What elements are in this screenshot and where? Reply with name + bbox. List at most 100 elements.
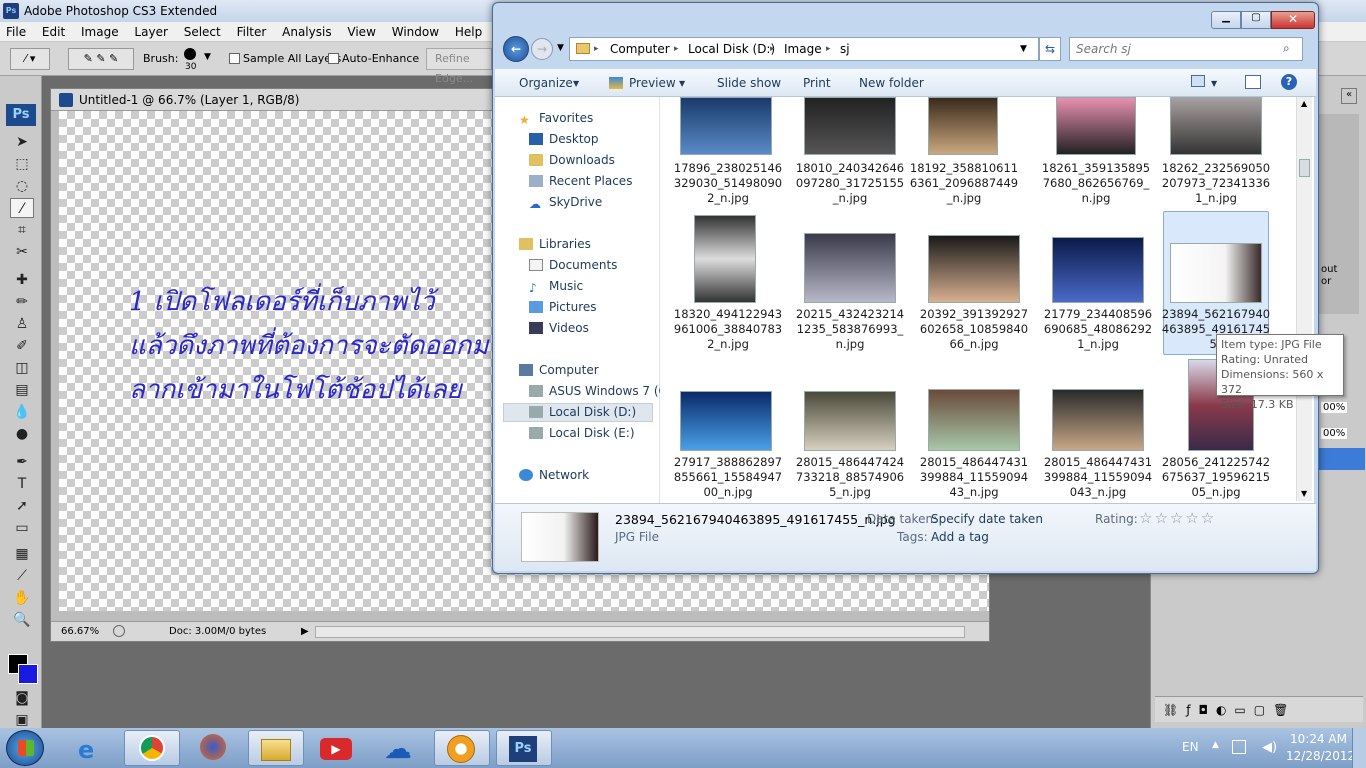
- menu-edit[interactable]: Edit: [36, 22, 71, 42]
- nav-skydrive[interactable]: ☁ SkyDrive: [529, 195, 602, 211]
- menu-window[interactable]: Window: [386, 22, 445, 42]
- file-name[interactable]: 21779_234408596 690685_48086292 1_n.jpg: [1038, 307, 1158, 352]
- dodge-tool-icon[interactable]: ●: [10, 424, 34, 444]
- file-name[interactable]: 20215_432423214 1235_583876993_ n.jpg: [790, 307, 910, 352]
- menu-help[interactable]: Help: [449, 22, 488, 42]
- scroll-up-icon[interactable]: ▲: [1301, 99, 1307, 108]
- new-folder-button[interactable]: New folder: [859, 76, 924, 90]
- file-name[interactable]: 17896_238025146 329030_51498090 2_n.jpg: [668, 161, 788, 206]
- file-name[interactable]: 18261_359135895 7680_862656769_ n.jpg: [1036, 161, 1156, 206]
- lasso-tool-icon[interactable]: ◌: [10, 176, 34, 196]
- status-info-icon[interactable]: [113, 625, 125, 637]
- taskbar-internet-explorer[interactable]: e: [62, 730, 118, 766]
- forward-button[interactable]: →: [531, 38, 553, 60]
- breadcrumb-arrow-icon[interactable]: ▸: [674, 38, 679, 60]
- file-name[interactable]: 27917_388862897 855661_15584947 00_n.jpg: [668, 455, 788, 500]
- zoom-tool-icon[interactable]: 🔍: [10, 610, 34, 630]
- language-indicator[interactable]: EN: [1182, 740, 1199, 754]
- fill-field[interactable]: 00%: [1321, 428, 1348, 439]
- type-tool-icon[interactable]: T: [10, 474, 34, 494]
- file-name[interactable]: 28056_241225742 675637_19596215 05_n.jpg: [1156, 455, 1276, 500]
- sample-all-layers-checkbox[interactable]: [229, 53, 240, 64]
- selection-mode-buttons[interactable]: ✎ ✎ ✎: [68, 48, 134, 70]
- auto-enhance-checkbox[interactable]: [328, 53, 339, 64]
- nav-pictures[interactable]: Pictures: [529, 300, 597, 314]
- breadcrumb-sj[interactable]: sj: [840, 38, 850, 60]
- menu-analysis[interactable]: Analysis: [276, 22, 337, 42]
- taskbar-gom-player[interactable]: [434, 730, 490, 766]
- nav-drive-c[interactable]: ASUS Windows 7 (C:: [529, 384, 671, 398]
- menu-filter[interactable]: Filter: [231, 22, 273, 42]
- preview-button[interactable]: Preview: [629, 76, 676, 90]
- file-thumbnail[interactable]: [928, 97, 998, 155]
- marquee-tool-icon[interactable]: ⬚: [10, 154, 34, 174]
- clock-date[interactable]: 12/28/2012: [1286, 749, 1355, 763]
- menu-file[interactable]: File: [0, 22, 32, 42]
- blur-tool-icon[interactable]: 💧: [10, 402, 34, 422]
- history-brush-icon[interactable]: ✐: [10, 336, 34, 356]
- breadcrumb-arrow-icon[interactable]: ▸: [594, 38, 599, 60]
- screen-mode-icon[interactable]: ▣: [10, 710, 34, 730]
- minimize-button[interactable]: ▁: [1211, 11, 1241, 29]
- file-thumbnail[interactable]: [928, 389, 1020, 451]
- organize-button[interactable]: Organize: [519, 76, 573, 90]
- brush-dropdown-icon[interactable]: ▼: [204, 52, 211, 62]
- nav-desktop[interactable]: Desktop: [529, 132, 599, 146]
- file-thumbnail[interactable]: [804, 391, 896, 451]
- taskbar-explorer[interactable]: [248, 730, 304, 766]
- file-thumbnail[interactable]: [680, 391, 772, 451]
- back-button[interactable]: ←: [503, 36, 529, 62]
- file-thumbnail[interactable]: [680, 97, 772, 155]
- pen-tool-icon[interactable]: ✒: [10, 452, 34, 472]
- file-thumbnail[interactable]: [1170, 243, 1262, 303]
- zoom-level[interactable]: 66.67%: [61, 622, 99, 642]
- nav-computer[interactable]: Computer: [519, 363, 599, 377]
- quick-selection-tool-icon[interactable]: ⁄: [10, 198, 34, 218]
- scrollbar-thumb[interactable]: [1299, 159, 1310, 177]
- start-button[interactable]: [6, 730, 44, 766]
- breadcrumb-computer[interactable]: Computer: [610, 38, 670, 60]
- view-dropdown-icon[interactable]: ▼: [1211, 79, 1217, 88]
- taskbar-skydrive[interactable]: ☁: [372, 730, 428, 766]
- clock-time[interactable]: 10:24 AM: [1290, 732, 1347, 746]
- gradient-tool-icon[interactable]: ▤: [10, 380, 34, 400]
- breadcrumb-image[interactable]: Image: [784, 38, 822, 60]
- refresh-icon[interactable]: ⇆: [1039, 37, 1061, 61]
- preview-dropdown-icon[interactable]: ▼: [679, 79, 685, 88]
- slice-tool-icon[interactable]: ✂: [10, 242, 34, 262]
- file-name[interactable]: 18320_494122943 961006_38840783 2_n.jpg: [668, 307, 788, 352]
- organize-dropdown-icon[interactable]: ▼: [573, 79, 579, 88]
- volume-icon[interactable]: ◀): [1262, 740, 1277, 755]
- slideshow-button[interactable]: Slide show: [717, 76, 781, 90]
- address-bar[interactable]: ▸ Computer ▸ Local Disk (D:) ▸ Image ▸ s…: [569, 37, 1039, 61]
- eyedropper-tool-icon[interactable]: ⟋: [10, 566, 34, 586]
- nav-libraries[interactable]: Libraries: [519, 237, 591, 251]
- file-thumbnail[interactable]: [1056, 97, 1136, 155]
- search-input[interactable]: Search sj: [1069, 37, 1303, 61]
- shape-tool-icon[interactable]: ▭: [10, 518, 34, 538]
- file-name[interactable]: 28015_486447431 399884_11559094 043_n.jp…: [1038, 455, 1158, 500]
- healing-brush-icon[interactable]: ✚: [10, 270, 34, 290]
- file-name[interactable]: 18262_232569050 207973_72341336 1_n.jpg: [1156, 161, 1276, 206]
- menu-view[interactable]: View: [341, 22, 381, 42]
- breadcrumb-arrow-icon[interactable]: ▸: [826, 38, 831, 60]
- horizontal-scrollbar[interactable]: [315, 626, 965, 638]
- nav-favorites[interactable]: ★ Favorites: [519, 111, 593, 127]
- date-taken-value[interactable]: Specify date taken: [931, 512, 1043, 526]
- crop-tool-icon[interactable]: ⌗: [10, 220, 34, 240]
- file-thumbnail[interactable]: [1052, 237, 1144, 303]
- nav-downloads[interactable]: Downloads: [529, 153, 615, 167]
- tool-preset-picker[interactable]: ⁄ ▾: [10, 48, 50, 70]
- change-view-icon[interactable]: [1191, 75, 1205, 87]
- layers-panel-footer[interactable]: ⛓ƒ◘◐▭▢🗑: [1155, 696, 1363, 722]
- breadcrumb-arrow-icon[interactable]: ▸: [770, 38, 775, 60]
- file-thumbnail[interactable]: [1170, 97, 1262, 155]
- close-button[interactable]: ✕: [1271, 11, 1315, 29]
- move-tool-icon[interactable]: ➤: [10, 132, 34, 152]
- print-button[interactable]: Print: [803, 76, 831, 90]
- brush-preview-icon[interactable]: [184, 48, 196, 60]
- notes-tool-icon[interactable]: ▦: [10, 544, 34, 564]
- nav-recent-places[interactable]: Recent Places: [529, 174, 632, 188]
- search-icon[interactable]: ⌕: [1283, 41, 1290, 56]
- menu-layer[interactable]: Layer: [128, 22, 173, 42]
